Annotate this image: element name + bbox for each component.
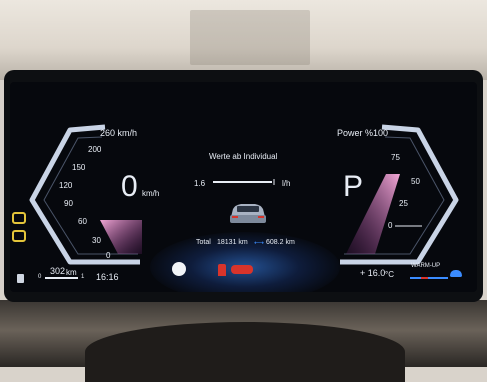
trip-icon: ⟷ (254, 240, 265, 247)
headlight-indicator-icon (12, 230, 26, 242)
total-label: Total (196, 239, 211, 246)
fuel-pump-icon (17, 274, 24, 283)
speed-tick-30: 30 (92, 236, 101, 245)
speed-tick-0: 0 (106, 251, 111, 260)
consumption-unit: l/h (282, 179, 291, 188)
door-open-warning-icon (231, 265, 253, 274)
range-unit: km (66, 268, 77, 277)
speed-tick-200: 200 (88, 145, 102, 154)
gauge-frames (29, 124, 459, 279)
power-tick-50: 50 (411, 177, 420, 186)
speed-tick-150: 150 (72, 163, 86, 172)
power-tick-25: 25 (399, 199, 408, 208)
drive-mode-icon (450, 270, 462, 277)
speed-max-label: 260 km/h (100, 128, 138, 138)
power-header: Power %100 (337, 128, 389, 138)
temperature-unit: °C (385, 270, 394, 279)
range-gauge-start: 0 (38, 274, 42, 280)
temperature-value: + 16.0 (360, 268, 386, 278)
range-gauge-end: 1 (81, 274, 85, 280)
center-title: Werte ab Individual (209, 152, 278, 161)
speed-tick-120: 120 (59, 181, 73, 190)
car-icon (230, 204, 266, 223)
fog-light-indicator-icon (12, 212, 26, 224)
warmup-label: WARM-UP (411, 263, 441, 269)
total-value: 18131 km (217, 239, 248, 246)
gear-indicator: P (343, 170, 364, 203)
power-tick-75: 75 (391, 153, 400, 162)
range-value: 302 (50, 266, 66, 276)
assist-status-icon (172, 262, 186, 276)
speed-unit: km/h (142, 189, 160, 198)
power-tick-0: 0 (388, 221, 393, 230)
speed-tick-90: 90 (64, 199, 73, 208)
background-shelf (190, 10, 310, 65)
clock-time: 16:16 (96, 272, 119, 282)
steering-column (85, 322, 405, 382)
consumption-value: 1.6 (194, 179, 206, 188)
seatbelt-warning-icon (218, 264, 226, 276)
speed-tick-60: 60 (78, 217, 87, 226)
speed-gauge-glow (100, 220, 142, 254)
trip-value: 608.2 km (266, 239, 295, 246)
instrument-cluster-screen: 260 km/h 200 150 120 90 60 30 0 0 km/h P… (10, 82, 477, 292)
speed-value: 0 (121, 170, 138, 203)
